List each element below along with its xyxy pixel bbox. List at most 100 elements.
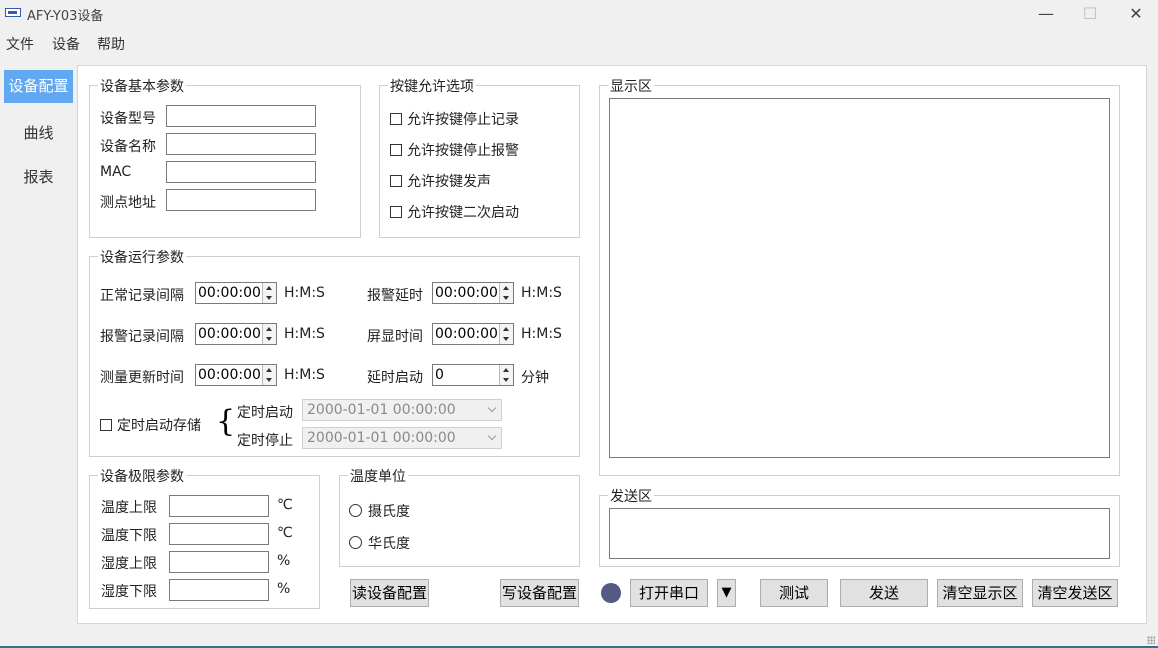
spinner-arrows-icon[interactable] [499, 283, 513, 303]
write-config-button[interactable]: 写设备配置 [500, 579, 579, 607]
hum-upper-field[interactable] [169, 551, 269, 573]
temp-lower-field[interactable] [169, 523, 269, 545]
hum-lower-label: 湿度下限 [101, 584, 157, 600]
key-sound-checkbox[interactable] [390, 175, 402, 187]
address-field[interactable] [166, 189, 316, 211]
resize-grip-icon[interactable] [1147, 636, 1155, 644]
clear-send-button[interactable]: 清空发送区 [1032, 579, 1118, 607]
address-label: 测点地址 [100, 195, 156, 211]
clear-display-button[interactable]: 清空显示区 [937, 579, 1023, 607]
timer-start-picker[interactable]: 2000-01-01 00:00:00 [302, 399, 502, 421]
temp-lower-label: 温度下限 [101, 528, 157, 544]
alarm-interval-spinner[interactable]: 00:00:00 [195, 323, 277, 345]
timer-stop-picker[interactable]: 2000-01-01 00:00:00 [302, 427, 502, 449]
maximize-button[interactable]: ☐ [1079, 4, 1101, 24]
key-stop-record-checkbox[interactable] [390, 113, 402, 125]
port-dropdown-button[interactable]: ▼ [717, 579, 736, 607]
title-bar: AFY-Y03设备 — ☐ ✕ [0, 0, 1158, 28]
alarm-delay-label: 报警延时 [367, 288, 423, 304]
menu-bar: 文件 设备 帮助 [0, 30, 1158, 54]
update-time-unit: H:M:S [284, 367, 325, 383]
basic-params-title: 设备基本参数 [98, 76, 186, 96]
chevron-down-icon [487, 431, 497, 441]
minimize-button[interactable]: — [1035, 4, 1057, 24]
sidebar-item-report[interactable]: 报表 [4, 166, 73, 187]
timer-start-label: 定时启动 [237, 405, 293, 421]
update-time-label: 测量更新时间 [100, 370, 184, 386]
chevron-down-icon [487, 403, 497, 413]
temp-lower-unit: ℃ [277, 525, 293, 541]
menu-device[interactable]: 设备 [52, 34, 80, 54]
spinner-arrows-icon[interactable] [262, 324, 276, 344]
connection-status-indicator [601, 583, 621, 603]
test-button[interactable]: 测试 [760, 579, 828, 607]
key-restart-checkbox[interactable] [390, 206, 402, 218]
timer-store-checkbox[interactable] [100, 419, 112, 431]
alarm-delay-spinner[interactable]: 00:00:00 [432, 282, 514, 304]
celsius-label: 摄氏度 [368, 504, 410, 520]
normal-interval-spinner[interactable]: 00:00:00 [195, 282, 277, 304]
basic-params-group: 设备基本参数 设备型号 设备名称 MAC 测点地址 [89, 76, 361, 238]
limits-title: 设备极限参数 [98, 466, 186, 486]
key-stop-alarm-checkbox[interactable] [390, 144, 402, 156]
spinner-arrows-icon[interactable] [499, 365, 513, 385]
fahrenheit-radio[interactable] [349, 536, 362, 549]
normal-interval-label: 正常记录间隔 [100, 288, 184, 304]
send-title: 发送区 [608, 486, 654, 506]
delay-start-value: 0 [435, 367, 444, 383]
fahrenheit-label: 华氏度 [368, 536, 410, 552]
hum-upper-label: 湿度上限 [101, 556, 157, 572]
timer-start-value: 2000-01-01 00:00:00 [307, 402, 456, 418]
run-params-title: 设备运行参数 [98, 247, 186, 267]
timer-stop-value: 2000-01-01 00:00:00 [307, 430, 456, 446]
key-sound-label: 允许按键发声 [407, 174, 491, 190]
timer-store-label: 定时启动存储 [117, 418, 201, 434]
key-options-title: 按键允许选项 [388, 76, 476, 96]
alarm-interval-value: 00:00:00 [198, 326, 261, 342]
sidebar-item-curve[interactable]: 曲线 [4, 122, 73, 143]
send-button[interactable]: 发送 [840, 579, 928, 607]
spinner-arrows-icon[interactable] [499, 324, 513, 344]
name-label: 设备名称 [100, 139, 156, 155]
celsius-radio[interactable] [349, 504, 362, 517]
name-field[interactable] [166, 133, 316, 155]
delay-start-unit: 分钟 [521, 370, 549, 386]
screen-time-spinner[interactable]: 00:00:00 [432, 323, 514, 345]
brace-icon: { [216, 404, 236, 439]
key-options-group: 按键允许选项 允许按键停止记录 允许按键停止报警 允许按键发声 允许按键二次启动 [379, 76, 580, 238]
screen-time-value: 00:00:00 [435, 326, 498, 342]
sidebar-item-device-config[interactable]: 设备配置 [4, 70, 73, 103]
limits-group: 设备极限参数 温度上限 ℃ 温度下限 ℃ 湿度上限 % 湿度下限 % [89, 466, 320, 609]
open-port-button[interactable]: 打开串口 [630, 579, 708, 607]
mac-field[interactable] [166, 161, 316, 183]
normal-interval-unit: H:M:S [284, 285, 325, 301]
spinner-arrows-icon[interactable] [262, 365, 276, 385]
send-area[interactable] [609, 508, 1110, 559]
model-field[interactable] [166, 105, 316, 127]
screen-time-label: 屏显时间 [367, 329, 423, 345]
temp-upper-unit: ℃ [277, 497, 293, 513]
menu-file[interactable]: 文件 [6, 34, 34, 54]
hum-lower-unit: % [277, 581, 291, 597]
update-time-spinner[interactable]: 00:00:00 [195, 364, 277, 386]
key-restart-label: 允许按键二次启动 [407, 205, 519, 221]
delay-start-label: 延时启动 [367, 370, 423, 386]
display-area[interactable] [609, 98, 1110, 458]
run-params-group: 设备运行参数 正常记录间隔 00:00:00 H:M:S 报警记录间隔 00:0… [89, 247, 580, 457]
model-label: 设备型号 [100, 111, 156, 127]
alarm-interval-unit: H:M:S [284, 326, 325, 342]
hum-lower-field[interactable] [169, 579, 269, 601]
alarm-delay-value: 00:00:00 [435, 285, 498, 301]
temp-unit-title: 温度单位 [348, 466, 408, 486]
menu-help[interactable]: 帮助 [97, 34, 125, 54]
read-config-button[interactable]: 读设备配置 [350, 579, 429, 607]
close-button[interactable]: ✕ [1125, 4, 1147, 24]
temp-upper-field[interactable] [169, 495, 269, 517]
update-time-value: 00:00:00 [198, 367, 261, 383]
hum-upper-unit: % [277, 553, 291, 569]
temp-unit-group: 温度单位 摄氏度 华氏度 [339, 466, 580, 567]
screen-time-unit: H:M:S [521, 326, 562, 342]
spinner-arrows-icon[interactable] [262, 283, 276, 303]
alarm-interval-label: 报警记录间隔 [100, 329, 184, 345]
delay-start-spinner[interactable]: 0 [432, 364, 514, 386]
